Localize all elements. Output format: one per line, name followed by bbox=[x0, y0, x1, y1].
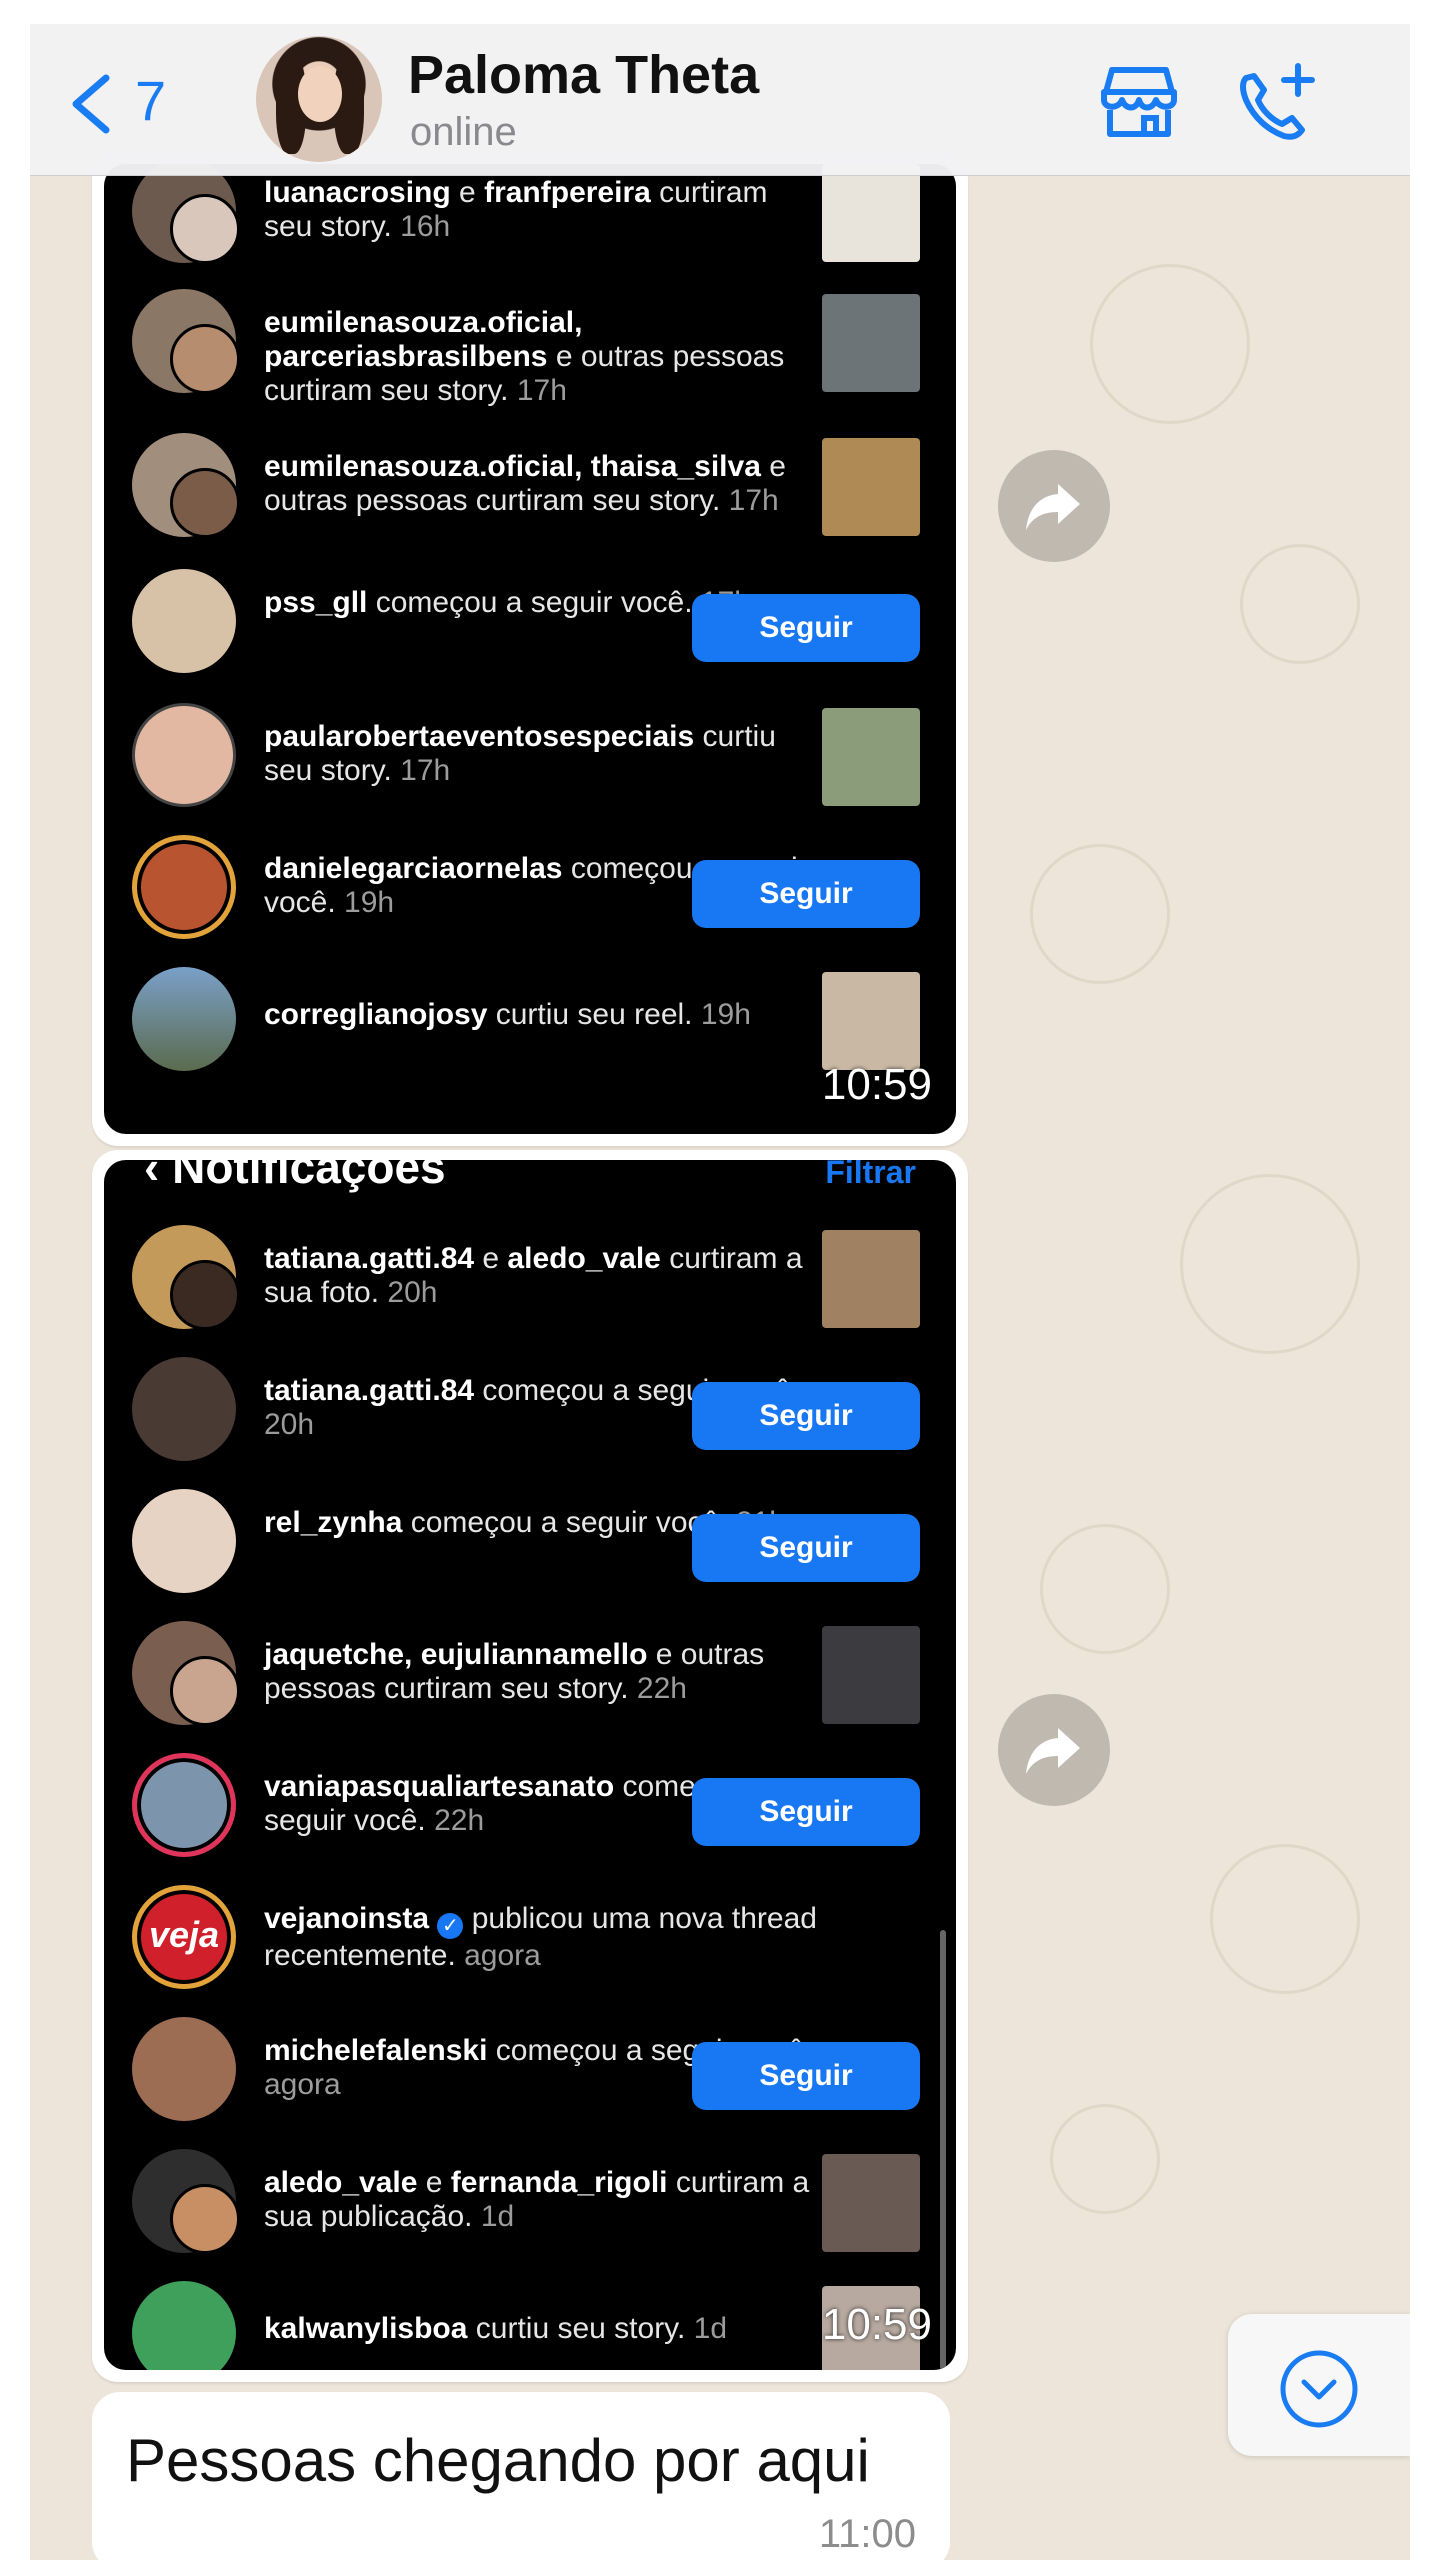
notification-text: correglianojosy curtiu seu reel. 19h bbox=[264, 998, 751, 1031]
notification-item: luanacrosing e franfpereira curtiram seu… bbox=[104, 164, 956, 276]
user-avatar bbox=[132, 835, 236, 939]
user-avatar bbox=[170, 468, 240, 538]
user-avatar bbox=[132, 1357, 236, 1461]
forward-button[interactable] bbox=[998, 450, 1110, 562]
contact-status: online bbox=[410, 110, 517, 154]
scrollbar bbox=[940, 1930, 946, 2370]
veja-logo-avatar: veja bbox=[132, 1885, 236, 1989]
unread-count[interactable]: 7 bbox=[135, 68, 166, 133]
add-call-icon[interactable] bbox=[1232, 60, 1318, 146]
notification-text: eumilenasouza.oficial, thaisa_silva e ou… bbox=[264, 450, 786, 517]
user-avatar bbox=[132, 2017, 236, 2121]
wallpaper-doodle bbox=[1180, 1174, 1360, 1354]
post-thumbnail bbox=[822, 2154, 920, 2252]
post-thumbnail bbox=[822, 1626, 920, 1724]
notification-item: jaquetche, eujuliannamello e outras pess… bbox=[104, 1608, 956, 1738]
notification-item: veja vejanoinsta ✓ publicou uma nova thr… bbox=[104, 1872, 956, 2002]
notification-text: vejanoinsta ✓ publicou uma nova thread r… bbox=[264, 1902, 817, 1972]
wallpaper-doodle bbox=[1050, 2104, 1160, 2214]
message-text: Pessoas chegando por aqui bbox=[126, 2427, 870, 2494]
image-message-2[interactable]: ‹ Notificações Filtrar tatiana.gatti.84 … bbox=[92, 1150, 968, 2382]
notifications-screenshot-2: ‹ Notificações Filtrar tatiana.gatti.84 … bbox=[104, 1160, 956, 2370]
text-message[interactable]: Pessoas chegando por aqui 11:00 bbox=[92, 2392, 950, 2560]
notification-item: pss_gll começou a seguir você. 17h Segui… bbox=[104, 556, 956, 686]
post-thumbnail bbox=[822, 164, 920, 262]
notification-item: danielegarciaornelas começou a seguir vo… bbox=[104, 822, 956, 952]
post-thumbnail bbox=[822, 294, 920, 392]
forward-button[interactable] bbox=[998, 1694, 1110, 1806]
notification-item: eumilenasouza.oficial, parceriasbrasilbe… bbox=[104, 276, 956, 407]
wallpaper-doodle bbox=[1030, 844, 1170, 984]
follow-button: Seguir bbox=[692, 1382, 920, 1450]
message-time: 11:00 bbox=[818, 2512, 916, 2556]
follow-button: Seguir bbox=[692, 1514, 920, 1582]
notification-item: eumilenasouza.oficial, thaisa_silva e ou… bbox=[104, 420, 956, 550]
image-message-1[interactable]: luanacrosing e franfpereira curtiram seu… bbox=[92, 154, 968, 1146]
post-thumbnail bbox=[822, 1230, 920, 1328]
post-thumbnail bbox=[822, 708, 920, 806]
notification-item: tatiana.gatti.84 e aledo_vale curtiram a… bbox=[104, 1212, 956, 1342]
user-avatar bbox=[170, 1656, 240, 1726]
screenshot-time: 10:59 bbox=[821, 2300, 932, 2349]
back-chevron-icon[interactable] bbox=[68, 74, 112, 134]
notification-text: eumilenasouza.oficial, parceriasbrasilbe… bbox=[264, 306, 785, 407]
store-icon[interactable] bbox=[1098, 64, 1180, 140]
notification-text: tatiana.gatti.84 e aledo_vale curtiram a… bbox=[264, 1242, 803, 1309]
chat-screen: luanacrosing e franfpereira curtiram seu… bbox=[30, 24, 1410, 2560]
wallpaper-doodle bbox=[1040, 1524, 1170, 1654]
post-thumbnail bbox=[822, 972, 920, 1070]
filter-link: Filtrar bbox=[825, 1160, 916, 1190]
user-avatar bbox=[132, 569, 236, 673]
screenshot-title: ‹ Notificações bbox=[144, 1160, 446, 1193]
verified-badge-icon: ✓ bbox=[437, 1913, 464, 1939]
chat-header: 7 Paloma Theta online bbox=[30, 24, 1410, 176]
wallpaper-doodle bbox=[1210, 1844, 1360, 1994]
follow-button: Seguir bbox=[692, 1778, 920, 1846]
notification-item: tatiana.gatti.84 começou a seguir você. … bbox=[104, 1344, 956, 1474]
forward-arrow-icon bbox=[1026, 1728, 1080, 1774]
notifications-screenshot-1: luanacrosing e franfpereira curtiram seu… bbox=[104, 164, 956, 1134]
user-avatar bbox=[170, 1260, 240, 1330]
contact-avatar[interactable] bbox=[256, 36, 382, 162]
post-thumbnail bbox=[822, 438, 920, 536]
user-avatar bbox=[170, 2184, 240, 2254]
follow-button: Seguir bbox=[692, 594, 920, 662]
follow-button: Seguir bbox=[692, 2042, 920, 2110]
notification-item: aledo_vale e fernanda_rigoli curtiram a … bbox=[104, 2136, 956, 2266]
notification-text: jaquetche, eujuliannamello e outras pess… bbox=[264, 1638, 765, 1705]
chevron-down-circle-icon bbox=[1280, 2350, 1358, 2428]
user-avatar bbox=[170, 194, 240, 264]
screenshot-time: 10:59 bbox=[821, 1060, 932, 1109]
contact-name[interactable]: Paloma Theta bbox=[408, 44, 759, 106]
user-avatar bbox=[132, 967, 236, 1071]
user-avatar bbox=[132, 703, 236, 807]
notification-text: paularobertaeventosespeciais curtiu seu … bbox=[264, 720, 776, 787]
notification-item: rel_zynha começou a seguir você. 21h Seg… bbox=[104, 1476, 956, 1606]
user-avatar bbox=[132, 2281, 236, 2370]
follow-button: Seguir bbox=[692, 860, 920, 928]
scroll-to-bottom-button[interactable] bbox=[1228, 2314, 1410, 2456]
user-avatar bbox=[170, 324, 240, 394]
user-avatar bbox=[132, 1753, 236, 1857]
forward-arrow-icon bbox=[1026, 484, 1080, 530]
wallpaper-doodle bbox=[1240, 544, 1360, 664]
notification-text: aledo_vale e fernanda_rigoli curtiram a … bbox=[264, 2166, 810, 2233]
notification-item: michelefalenski começou a seguir você. a… bbox=[104, 2004, 956, 2134]
notification-text: luanacrosing e franfpereira curtiram seu… bbox=[264, 176, 768, 243]
user-avatar bbox=[132, 1489, 236, 1593]
notification-item: paularobertaeventosespeciais curtiu seu … bbox=[104, 690, 956, 820]
wallpaper-doodle bbox=[1090, 264, 1250, 424]
notification-text: kalwanylisboa curtiu seu story. 1d bbox=[264, 2312, 728, 2345]
notification-item: vaniapasqualiartesanato começou a seguir… bbox=[104, 1740, 956, 1870]
